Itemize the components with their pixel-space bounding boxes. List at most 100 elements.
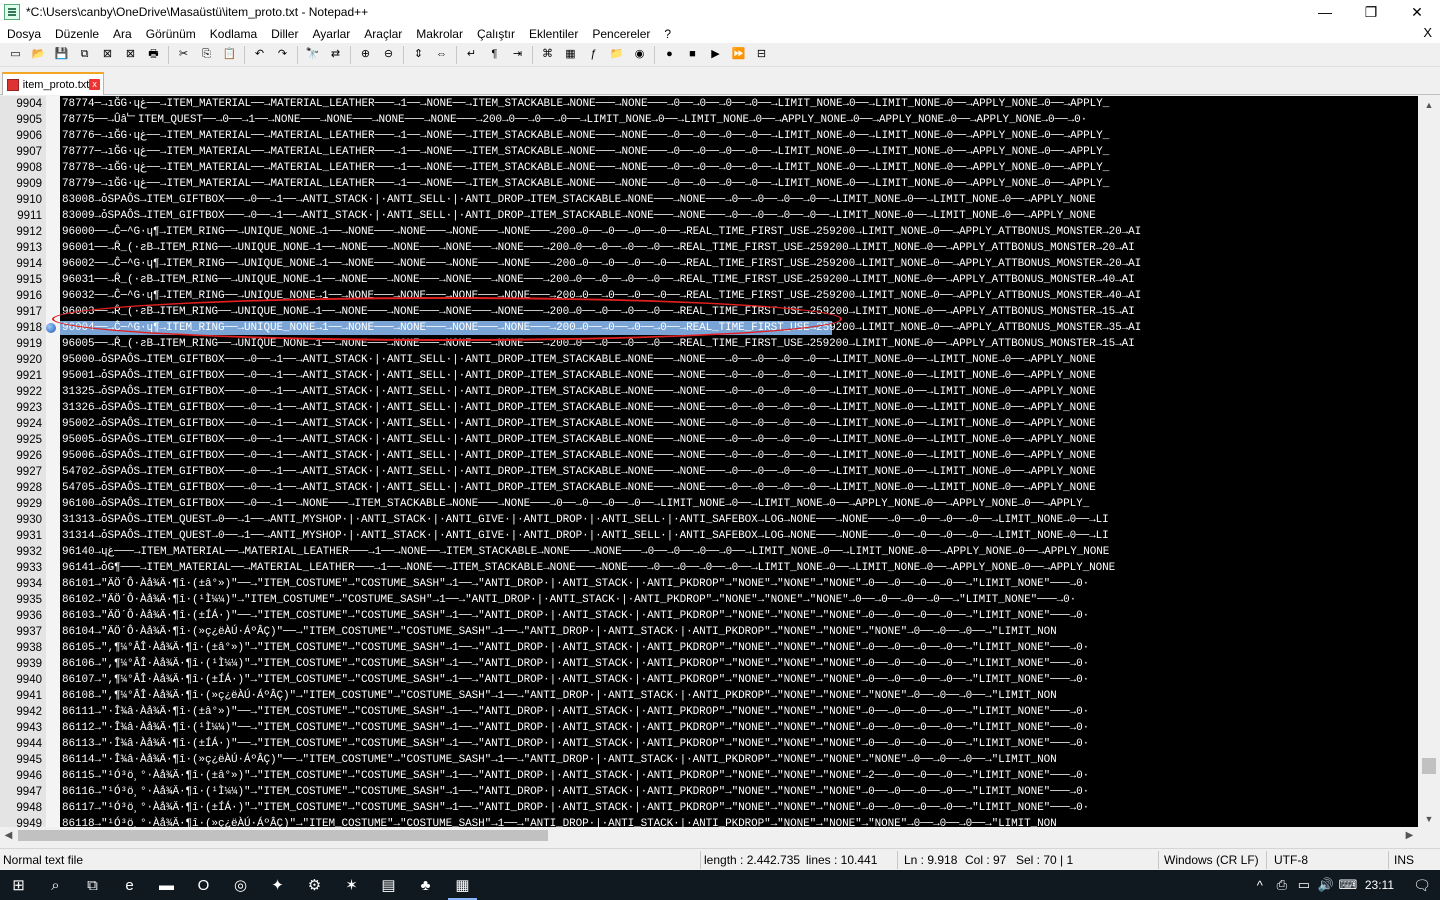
line-text[interactable]: 54702→ȱSPAÔS→ITEM_GIFTBOX───→0──→1──→ANT… [62, 464, 1096, 480]
task-view-icon[interactable]: ⧉ [74, 870, 111, 900]
text-line[interactable]: 9908 78778─→ıĞG·ɥغ──→ITEM_MATERIAL──→MATE… [0, 160, 1418, 176]
line-text[interactable]: 96003──→Ȓ_(·ƨB→ITEM_RING──→UNIQUE_NONE→1… [62, 304, 1135, 320]
text-line[interactable]: 9945 86114→"·Î¾â·Àå¾Ä·¶î·(»ç¿ëÀÚ·ÁºÂÇ)"──… [0, 752, 1418, 768]
horizontal-scrollbar[interactable]: ◀ ▶ [0, 827, 1418, 844]
scroll-down-icon[interactable]: ▼ [1418, 810, 1440, 827]
run-macro-multiple-icon[interactable]: ⏩ [731, 47, 747, 63]
text-line[interactable]: 9937 86104→"ÄÖ´Ô·Àå¾Ä·¶î·(»ç¿ëÀÚ·ÁºÂÇ)"──… [0, 624, 1418, 640]
text-line[interactable]: 9923 31326→ȱSPAÔS→ITEM_GIFTBOX───→0──→1──… [0, 400, 1418, 416]
stop-macro-icon[interactable]: ■ [685, 47, 701, 63]
open-file-icon[interactable]: 📂 [31, 47, 47, 63]
line-text[interactable]: 95001→ȱSPAÔS→ITEM_GIFTBOX───→0──→1──→ANT… [62, 368, 1096, 384]
minimize-button[interactable]: — [1302, 0, 1348, 24]
line-text[interactable]: 86108→",¶¼°ÂÎ·Àå¾Ä·¶î·(»ç¿ëÀÚ·ÁºÂÇ)"→"IT… [62, 688, 1057, 704]
text-line[interactable]: 9925 95005→ȱSPAÔS→ITEM_GIFTBOX───→0──→1──… [0, 432, 1418, 448]
line-text[interactable]: 86102→"ÄÖ´Ô·Àå¾Ä·¶î·(¹Ì¼¼)"→"ITEM_COSTUM… [62, 592, 1076, 608]
text-line[interactable]: 9916 96032──→Ĉ─^G·ɥ¶→ITEM_RING──→UNIQUE_N… [0, 288, 1418, 304]
word-wrap-icon[interactable]: ↵ [464, 47, 480, 63]
close-icon[interactable]: ⊠ [100, 47, 116, 63]
line-text[interactable]: 31325→ȱSPAÔS→ITEM_GIFTBOX───→0──→1──→ANT… [62, 384, 1096, 400]
vertical-scroll-thumb[interactable] [1422, 758, 1436, 774]
text-line[interactable]: 9941 86108→",¶¼°ÂÎ·Àå¾Ä·¶î·(»ç¿ëÀÚ·ÁºÂÇ)"… [0, 688, 1418, 704]
menu-ara[interactable]: Ara [106, 27, 139, 41]
folder-workspace-icon[interactable]: 📁 [609, 47, 625, 63]
text-line[interactable]: 9910 83008→ȱSPAÔS→ITEM_GIFTBOX───→0──→1──… [0, 192, 1418, 208]
sync-vertical-icon[interactable]: ⇕ [411, 47, 427, 63]
line-text[interactable]: 95000→ȱSPAÔS→ITEM_GIFTBOX───→0──→1──→ANT… [62, 352, 1096, 368]
text-line[interactable]: 9906 78776─→ıĞG·ɥغ──→ITEM_MATERIAL──→MATE… [0, 128, 1418, 144]
editor-area[interactable]: 9904 78774─→ıĞG·ɥغ──→ITEM_MATERIAL──→MATE… [0, 96, 1440, 827]
line-text[interactable]: 78774─→ıĞG·ɥغ──→ITEM_MATERIAL──→MATERIAL… [62, 96, 1109, 112]
horizontal-scroll-thumb[interactable] [18, 830, 548, 841]
function-list-icon[interactable]: ƒ [586, 47, 602, 63]
menu-dosya[interactable]: Dosya [0, 27, 48, 41]
line-text[interactable]: 96032──→Ĉ─^G·ɥ¶→ITEM_RING──→UNIQUE_NONE→… [62, 288, 1141, 304]
menu-ayarlar[interactable]: Ayarlar [305, 27, 357, 41]
text-line[interactable]: 9939 86106→",¶¼°ÂÎ·Àå¾Ä·¶î·(¹Ì¼¼)"→"ITEM_… [0, 656, 1418, 672]
text-line[interactable]: 9921 95001→ȱSPAÔS→ITEM_GIFTBOX───→0──→1──… [0, 368, 1418, 384]
new-file-icon[interactable]: ▭ [8, 47, 24, 63]
sync-horizontal-icon[interactable]: ⇔ [434, 47, 450, 63]
text-line[interactable]: 9922 31325→ȱSPAÔS→ITEM_GIFTBOX───→0──→1──… [0, 384, 1418, 400]
line-text[interactable]: 31314→ȱSPAÔS→ITEM_QUEST→0──→1──→ANTI_MYS… [62, 528, 1109, 544]
menu-help[interactable]: ? [657, 27, 678, 41]
vertical-scrollbar[interactable]: ▲ ▼ [1418, 96, 1440, 827]
menu-pencereler[interactable]: Pencereler [585, 27, 657, 41]
line-text[interactable]: 86105→",¶¼°ÂÎ·Àå¾Ä·¶î·(±â°»)"→"ITEM_COST… [62, 640, 1089, 656]
replace-icon[interactable]: ⇄ [328, 47, 344, 63]
text-line[interactable]: 9918 96004──→Ĉ─^G·ɥ¶→ITEM_RING──→UNIQUE_N… [0, 320, 1418, 336]
app-icon-4[interactable]: ▤ [370, 870, 407, 900]
scroll-up-icon[interactable]: ▲ [1418, 96, 1440, 113]
text-line[interactable]: 9928 54705→ȱSPAÔS→ITEM_GIFTBOX───→0──→1──… [0, 480, 1418, 496]
text-lines[interactable]: 9904 78774─→ıĞG·ɥغ──→ITEM_MATERIAL──→MATE… [0, 96, 1418, 827]
tab-close-button[interactable]: x [89, 79, 100, 90]
line-text[interactable]: 54705→ȱSPAÔS→ITEM_GIFTBOX───→0──→1──→ANT… [62, 480, 1096, 496]
close-window-button[interactable]: ✕ [1394, 0, 1440, 24]
menu-eklentiler[interactable]: Eklentiler [522, 27, 585, 41]
scroll-left-icon[interactable]: ◀ [0, 827, 17, 844]
text-line[interactable]: 9946 86115→"¹Ó³ö¸°·Àå¾Ä·¶î·(±â°»)"→"ITEM_… [0, 768, 1418, 784]
text-line[interactable]: 9936 86103→"ÄÖ´Ô·Àå¾Ä·¶î·(±ÍÁ·)"──→"ITEM_… [0, 608, 1418, 624]
line-text[interactable]: 78778─→ıĞG·ɥغ──→ITEM_MATERIAL──→MATERIAL… [62, 160, 1109, 176]
indent-guide-icon[interactable]: ⇥ [510, 47, 526, 63]
line-text[interactable]: 96141→ȱǤ¶───→ITEM_MATERIAL──→MATERIAL_LE… [62, 560, 1115, 576]
app-icon-3[interactable]: ✶ [333, 870, 370, 900]
text-line[interactable]: 9920 95000→ȱSPAÔS→ITEM_GIFTBOX───→0──→1──… [0, 352, 1418, 368]
print-icon[interactable]: 🖶 [146, 47, 162, 63]
menu-kodlama[interactable]: Kodlama [203, 27, 264, 41]
notification-center-icon[interactable]: 🗨 [1404, 877, 1440, 894]
text-line[interactable]: 9931 31314→ȱSPAÔS→ITEM_QUEST→0──→1──→ANTI… [0, 528, 1418, 544]
line-text[interactable]: 86111→"·Î¾â·Àå¾Ä·¶î·(±â°»)"──→"ITEM_COST… [62, 704, 1089, 720]
text-line[interactable]: 9930 31313→ȱSPAÔS→ITEM_QUEST→0──→1──→ANTI… [0, 512, 1418, 528]
line-text[interactable]: 86104→"ÄÖ´Ô·Àå¾Ä·¶î·(»ç¿ëÀÚ·ÁºÂÇ)"──→"IT… [62, 624, 1057, 640]
app-icon-5[interactable]: ♣ [407, 870, 444, 900]
save-all-icon[interactable]: ⧉ [77, 47, 93, 63]
menu-duzenle[interactable]: Düzenle [48, 27, 106, 41]
text-line[interactable]: 9907 78777─→ıĞG·ɥغ──→ITEM_MATERIAL──→MATE… [0, 144, 1418, 160]
text-line[interactable]: 9917 96003──→Ȓ_(·ƨB→ITEM_RING──→UNIQUE_NO… [0, 304, 1418, 320]
text-line[interactable]: 9927 54702→ȱSPAÔS→ITEM_GIFTBOX───→0──→1──… [0, 464, 1418, 480]
line-text[interactable]: 96002──→Ĉ─^G·ɥ¶→ITEM_RING──→UNIQUE_NONE→… [62, 256, 1141, 272]
line-text[interactable]: 83008→ȱSPAÔS→ITEM_GIFTBOX───→0──→1──→ANT… [62, 192, 1096, 208]
menu-diller[interactable]: Diller [264, 27, 305, 41]
maximize-button[interactable]: ❐ [1348, 0, 1394, 24]
line-text[interactable]: 96031──→Ȓ_(·ƨB→ITEM_RING──→UNIQUE_NONE→1… [62, 272, 1135, 288]
line-text[interactable]: 31313→ȱSPAÔS→ITEM_QUEST→0──→1──→ANTI_MYS… [62, 512, 1109, 528]
line-text[interactable]: 78777─→ıĞG·ɥغ──→ITEM_MATERIAL──→MATERIAL… [62, 144, 1109, 160]
text-line[interactable]: 9948 86117→"¹Ó³ö¸°·Àå¾Ä·¶î·(±ÍÁ·)"→"ITEM_… [0, 800, 1418, 816]
line-text[interactable]: 86112→"·Î¾â·Àå¾Ä·¶î·(¹Ì¼¼)"──→"ITEM_COST… [62, 720, 1089, 736]
menu-gorunum[interactable]: Görünüm [139, 27, 203, 41]
text-line[interactable]: 9914 96002──→Ĉ─^G·ɥ¶→ITEM_RING──→UNIQUE_N… [0, 256, 1418, 272]
redo-icon[interactable]: ↷ [275, 47, 291, 63]
line-text[interactable]: 86118→"¹Ó³ö¸°·Àå¾Ä·¶î·(»ç¿ëÀÚ·ÁºÂÇ)"→"IT… [62, 816, 1057, 827]
text-line[interactable]: 9911 83009→ȱSPAÔS→ITEM_GIFTBOX───→0──→1──… [0, 208, 1418, 224]
text-line[interactable]: 9947 86116→"¹Ó³ö¸°·Àå¾Ä·¶î·(¹Ì¼¼)"→"ITEM_… [0, 784, 1418, 800]
zoom-out-icon[interactable]: ⊖ [381, 47, 397, 63]
menu-araclar[interactable]: Araçlar [357, 27, 409, 41]
taskbar-clock[interactable]: 23:11 [1359, 878, 1404, 892]
line-text[interactable]: 86114→"·Î¾â·Àå¾Ä·¶î·(»ç¿ëÀÚ·ÁºÂÇ)"──→"IT… [62, 752, 1057, 768]
text-line[interactable]: 9944 86113→"·Î¾â·Àå¾Ä·¶î·(±ÍÁ·)"──→"ITEM_… [0, 736, 1418, 752]
line-text[interactable]: 96000──→Ĉ─^G·ɥ¶→ITEM_RING──→UNIQUE_NONE→… [62, 224, 1141, 240]
text-line[interactable]: 9942 86111→"·Î¾â·Àå¾Ä·¶î·(±â°»)"──→"ITEM_… [0, 704, 1418, 720]
text-line[interactable]: 9905 78775──→Ûâ﹂ITEM_QUEST──→0──→1──→NONE… [0, 112, 1418, 128]
